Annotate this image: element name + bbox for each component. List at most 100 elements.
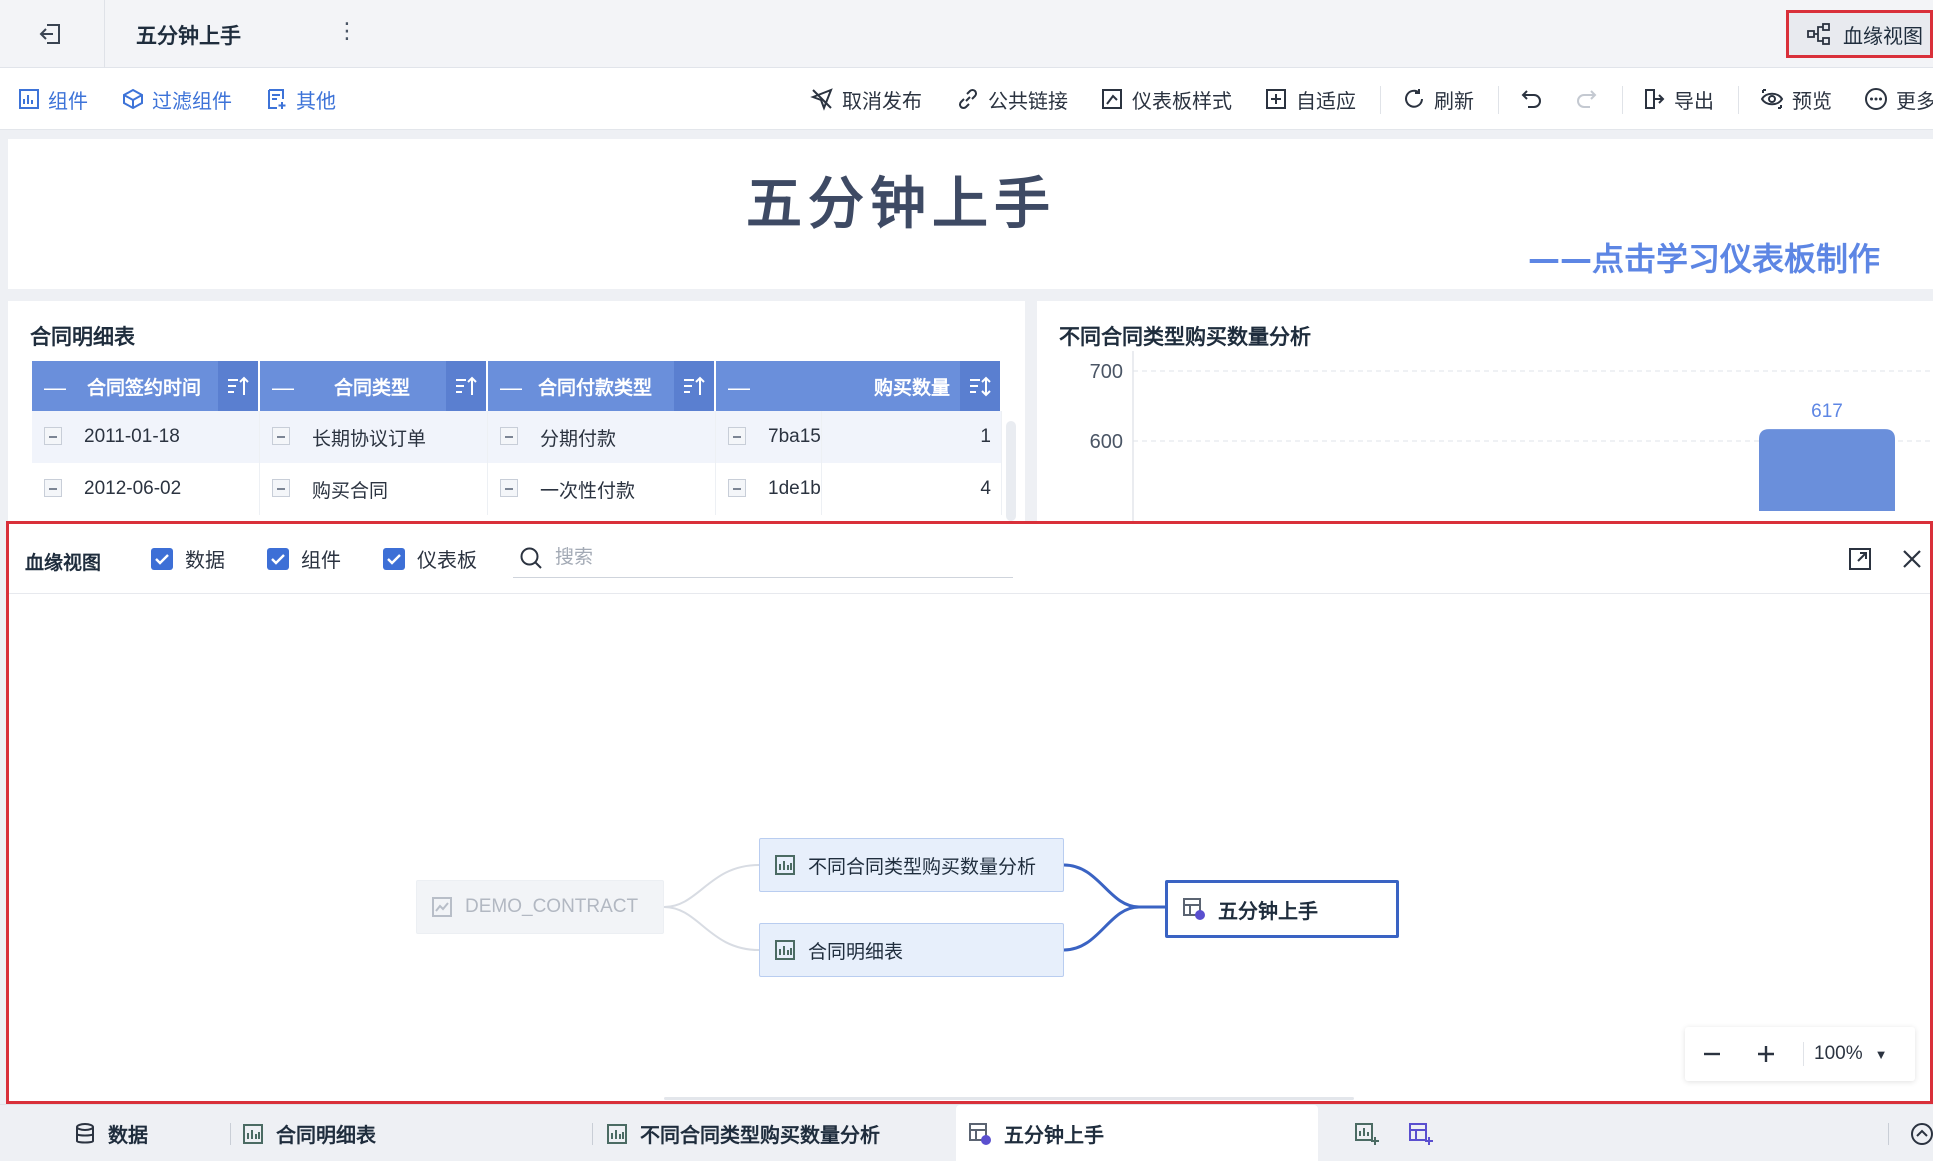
table-row[interactable]: 2011-01-18 长期协议订单 分期付款 7ba15 1 (32, 411, 1002, 463)
hero-title: 五分钟上手 (746, 172, 1056, 237)
table-cell: 购买合同 (312, 480, 389, 502)
column-header-label: 合同类型 (334, 377, 411, 399)
dataset-icon (432, 897, 452, 917)
add-dashboard-tab-button[interactable] (1408, 1105, 1434, 1161)
tab-divider (230, 1123, 231, 1145)
more-button[interactable]: 更多 (1864, 68, 1933, 130)
column-header-label: 购买数量 (873, 377, 950, 399)
collapse-tabs-button[interactable] (1910, 1105, 1933, 1161)
table-widget-icon (775, 855, 795, 875)
node-label: 合同明细表 (808, 941, 904, 963)
hero-subtitle: ——点击学习仪表板制作 (1528, 240, 1881, 278)
redo-button[interactable] (1574, 68, 1598, 130)
collapse-icon[interactable] (44, 427, 62, 445)
tab-contract-type-analysis[interactable]: 不同合同类型购买数量分析 (606, 1105, 880, 1161)
preview-label: 预览 (1792, 90, 1832, 113)
table-cell: 1de1b (768, 478, 821, 499)
filter-component-icon (123, 88, 143, 110)
preview-button[interactable]: 预览 (1760, 68, 1832, 130)
tab-label: 合同明细表 (276, 1125, 376, 1147)
tab-label: 不同合同类型购买数量分析 (640, 1125, 880, 1147)
tab-data[interactable]: 数据 (74, 1105, 148, 1161)
caret-down-icon: ▼ (1874, 1046, 1888, 1062)
exit-icon[interactable] (30, 16, 70, 52)
chevron-up-icon (1911, 1122, 1933, 1145)
collapse-icon[interactable] (728, 479, 746, 497)
other-icon (268, 89, 286, 109)
database-icon (76, 1122, 94, 1143)
plus-icon (1758, 1046, 1774, 1062)
refresh-button[interactable]: 刷新 (1402, 68, 1474, 130)
undo-button[interactable] (1520, 68, 1544, 130)
redo-icon (1577, 90, 1597, 108)
sort-icon[interactable] (446, 361, 486, 411)
table-widget-icon (775, 940, 795, 960)
more-vertical-icon[interactable]: ⋮ (336, 18, 358, 44)
unpublish-button[interactable]: 取消发布 (810, 68, 922, 130)
tab-label: 五分钟上手 (1004, 1125, 1104, 1147)
public-link-button[interactable]: 公共链接 (956, 68, 1068, 130)
header-divider (104, 0, 105, 68)
dashboard-style-label: 仪表板样式 (1132, 90, 1232, 113)
table-header: — 合同签约时间 — 合同类型 — 合同付款类型 — 购买数量 (32, 361, 1002, 411)
preview-icon (1760, 89, 1784, 109)
adaptive-icon (1266, 89, 1286, 109)
sort-icon[interactable] (674, 361, 714, 411)
sort-icon[interactable] (218, 361, 258, 411)
dashboard-style-button[interactable]: 仪表板样式 (1100, 68, 1232, 130)
toolbar-divider (1622, 86, 1623, 114)
lineage-view-button[interactable]: 血缘视图 (1786, 10, 1933, 58)
contract-type-chart-widget[interactable]: 不同合同类型购买数量分析 700 600 617 (1037, 301, 1933, 521)
zoom-select[interactable]: 100% ▼ (1814, 1043, 1887, 1065)
table-widget-icon (607, 1123, 627, 1144)
lineage-node-dashboard[interactable]: 五分钟上手 (1165, 880, 1399, 938)
lineage-scrollbar[interactable] (664, 1097, 1354, 1100)
collapse-icon[interactable] (44, 479, 62, 497)
table-cell: 分期付款 (540, 428, 617, 450)
node-label: 五分钟上手 (1218, 900, 1318, 923)
collapse-icon[interactable] (272, 427, 290, 445)
dashboard-title: 五分钟上手 (136, 25, 241, 48)
add-component-tab-button[interactable] (1354, 1105, 1380, 1161)
tab-contract-detail[interactable]: 合同明细表 (242, 1105, 376, 1161)
node-label: 不同合同类型购买数量分析 (808, 856, 1037, 878)
table-row[interactable]: 2012-06-02 购买合同 一次性付款 1de1b 4 (32, 463, 1002, 515)
column-header[interactable]: — 合同类型 (260, 361, 488, 411)
tab-five-minute-dashboard[interactable]: 五分钟上手 (956, 1105, 1318, 1161)
add-filter-component-button[interactable]: 过滤组件 (122, 68, 232, 130)
adaptive-button[interactable]: 自适应 (1264, 68, 1356, 130)
unpublish-label: 取消发布 (842, 90, 922, 113)
component-label: 组件 (48, 90, 88, 113)
table-scrollbar[interactable] (1006, 421, 1016, 521)
table-cell: 1 (980, 426, 991, 447)
contract-detail-table-widget[interactable]: 合同明细表 — 合同签约时间 — 合同类型 — 合同付款类型 — 购买数量 2011-0… (8, 301, 1025, 521)
export-button[interactable]: 导出 (1642, 68, 1714, 130)
column-header[interactable]: — 购买数量 (716, 361, 1002, 411)
add-component-button[interactable]: 组件 (18, 68, 88, 130)
column-header[interactable]: — 合同付款类型 (488, 361, 716, 411)
table-cell: 2012-06-02 (84, 478, 182, 499)
unpublish-icon (810, 88, 833, 111)
collapse-icon[interactable] (500, 479, 518, 497)
toolbar-divider (1738, 86, 1739, 114)
table-cell: 7ba15 (768, 426, 821, 447)
collapse-icon[interactable] (500, 427, 518, 445)
zoom-in-button[interactable] (1739, 1027, 1793, 1081)
top-header: 五分钟上手 ⋮ 血缘视图 (0, 0, 1933, 68)
toolbar: 组件 过滤组件 其他 取消发布 公共链接 仪表板样式 自适应 刷新 导出 预览 … (0, 68, 1933, 130)
lineage-node-widget[interactable]: 合同明细表 (759, 923, 1064, 977)
lineage-node-source[interactable]: DEMO_CONTRACT (416, 880, 664, 934)
zoom-divider (1803, 1042, 1804, 1066)
collapse-icon[interactable] (728, 427, 746, 445)
title-widget[interactable]: 五分钟上手 ——点击学习仪表板制作 (8, 139, 1933, 289)
lineage-connectors (663, 863, 1165, 952)
toolbar-divider (1498, 86, 1499, 114)
chart-bar[interactable] (1759, 429, 1895, 511)
zoom-out-button[interactable] (1685, 1027, 1739, 1081)
tab-divider (1888, 1123, 1889, 1145)
column-header[interactable]: — 合同签约时间 (32, 361, 260, 411)
lineage-node-widget[interactable]: 不同合同类型购买数量分析 (759, 838, 1064, 892)
collapse-icon[interactable] (272, 479, 290, 497)
add-other-button[interactable]: 其他 (266, 68, 336, 130)
sort-icon[interactable] (960, 361, 1000, 411)
